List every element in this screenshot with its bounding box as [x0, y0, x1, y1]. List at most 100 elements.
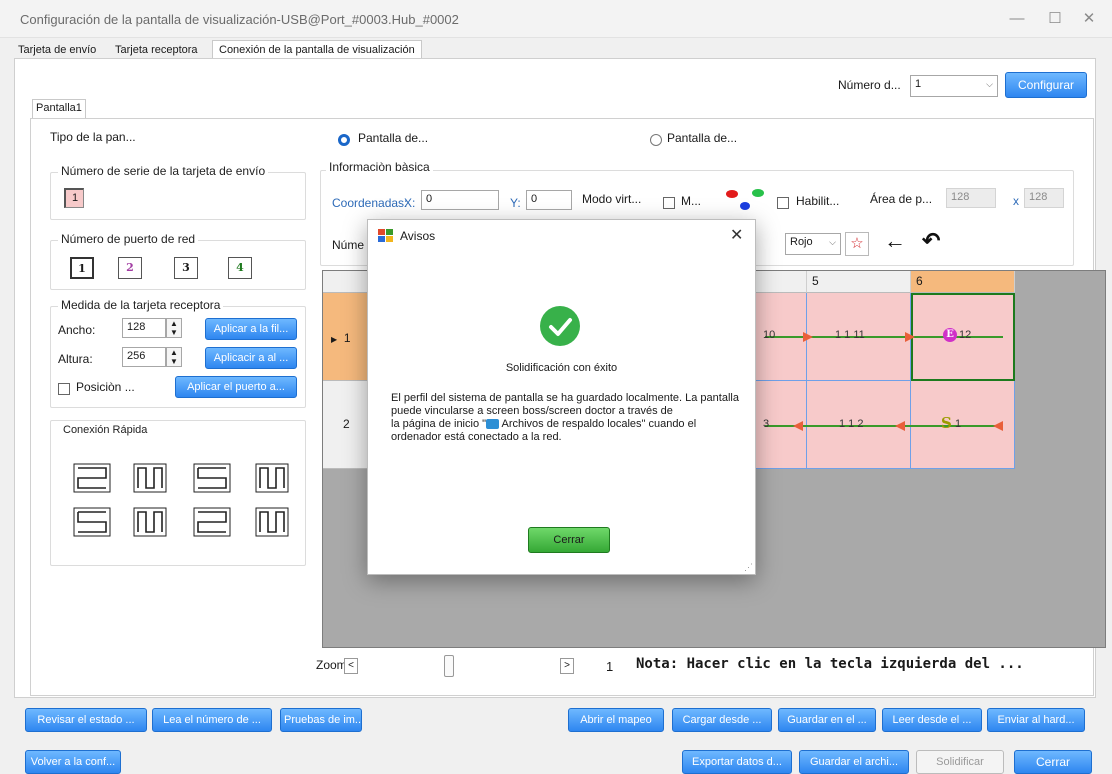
m-checkbox[interactable]	[663, 195, 675, 209]
quick-connection-title: Conexión Rápida	[60, 424, 151, 436]
configurar-button[interactable]: Configurar	[1005, 72, 1087, 98]
coordenadas-label: Coordenadas:	[332, 196, 408, 210]
apply-port-button[interactable]: Aplicar el puerto a...	[175, 376, 297, 398]
close-window-button[interactable]: ✕	[1066, 4, 1112, 34]
position-checkbox[interactable]	[58, 381, 70, 395]
zoom-right-button[interactable]: >	[560, 658, 574, 674]
tipo-radio-1[interactable]	[338, 132, 350, 146]
habilitar-label: Habilit...	[796, 194, 840, 208]
rgb-dots-icon[interactable]	[724, 186, 768, 214]
card-size-title: Medida de la tarjeta receptora	[58, 298, 224, 312]
tab-tarjeta-receptora[interactable]: Tarjeta receptora	[115, 44, 198, 56]
folder-icon	[486, 419, 500, 430]
sender-serial-group	[50, 172, 306, 220]
zoom-slider-thumb[interactable]	[444, 655, 454, 677]
y-label: Y:	[510, 196, 521, 210]
zoom-page: 1	[606, 659, 614, 674]
numero-select[interactable]: 1 ⌵	[910, 75, 998, 97]
quick-connection-patterns[interactable]	[60, 450, 300, 550]
r1c6-label: 12	[959, 329, 972, 341]
port-2-button[interactable]: 2	[118, 257, 142, 279]
app-icon	[378, 229, 394, 243]
apply-col-button[interactable]: Aplicacir a al ...	[205, 347, 297, 369]
grid-col-header-6: 6	[911, 271, 1015, 293]
grid-row-1-label: 1	[343, 331, 351, 345]
success-check-icon	[540, 306, 580, 346]
zoom-left-button[interactable]: <	[344, 658, 358, 674]
avisos-dialog: Avisos ✕ Solidificación con éxito El per…	[367, 219, 756, 575]
r2c4-label: 3	[763, 418, 770, 430]
altura-input[interactable]: 256	[122, 347, 166, 367]
cargar-desde-button[interactable]: Cargar desde ...	[672, 708, 772, 732]
grid-row-header-1[interactable]: ▶ 1	[323, 293, 369, 381]
dialog-message-line2-pre: la página de inicio "	[391, 418, 487, 430]
star-icon[interactable]: ☆	[845, 232, 869, 256]
volver-conf-button[interactable]: Volver a la conf...	[25, 750, 121, 774]
lea-numero-button[interactable]: Lea el número de ...	[152, 708, 272, 732]
altura-label: Altura:	[58, 352, 93, 366]
tab-tarjeta-envio[interactable]: Tarjeta de envío	[18, 44, 96, 56]
dialog-message-line1: El perfil del sistema de pantalla se ha …	[391, 392, 739, 417]
dialog-close-button[interactable]: ✕	[730, 225, 743, 245]
chevron-down-icon: ⌵	[986, 79, 993, 89]
tipo-option-2-label: Pantalla de...	[667, 131, 738, 145]
title-bar: Configuración de la pantalla de visualiz…	[0, 0, 1112, 38]
window-title: Configuración de la pantalla de visualiz…	[20, 12, 459, 27]
dialog-message: El perfil del sistema de pantalla se ha …	[391, 392, 741, 444]
x-label: X:	[404, 196, 416, 210]
undo-icon[interactable]: ↶	[922, 228, 940, 254]
tipo-radio-2[interactable]	[650, 132, 662, 146]
sender-serial-title: Número de serie de la tarjeta de envío	[58, 164, 269, 178]
port-4-button[interactable]: 4	[228, 257, 252, 279]
pruebas-button[interactable]: Pruebas de im...	[280, 708, 362, 732]
solidificar-button[interactable]: Solidificar	[916, 750, 1004, 774]
grid-row-header-2[interactable]: 2	[323, 381, 369, 469]
r2c5-label: 1 1 2	[839, 418, 864, 430]
habilitar-checkbox[interactable]	[777, 195, 789, 209]
area-height-field: 128	[1024, 188, 1064, 208]
revisar-estado-button[interactable]: Revisar el estado ...	[25, 708, 147, 732]
position-label: Posiciòn ...	[76, 380, 135, 394]
r2c6-start-marker: S	[941, 414, 952, 432]
grid-col-header-5: 5	[807, 271, 911, 293]
area-width-field: 128	[946, 188, 996, 208]
ancho-input[interactable]: 128	[122, 318, 166, 338]
sender-serial-value[interactable]: 1	[64, 188, 84, 208]
color-value: Rojo	[790, 236, 813, 248]
tipo-label: Tipo de la pan...	[50, 130, 136, 144]
exportar-datos-button[interactable]: Exportar datos d...	[682, 750, 792, 774]
numero-value: 1	[915, 78, 922, 90]
cerrar-main-button[interactable]: Cerrar	[1014, 750, 1092, 774]
altura-stepper[interactable]: ▲ ▼	[166, 347, 182, 367]
area-x-label: x	[1013, 194, 1019, 208]
y-input[interactable]: 0	[526, 190, 572, 210]
port-3-button[interactable]: 3	[174, 257, 198, 279]
ancho-stepper[interactable]: ▲ ▼	[166, 318, 182, 338]
ancho-label: Ancho:	[58, 323, 96, 337]
r1c6-end-marker: E	[943, 328, 957, 342]
modo-virtual-label: Modo virt...	[582, 192, 642, 206]
numero-row-label: Núme	[332, 238, 365, 252]
tipo-option-1-label: Pantalla de...	[358, 131, 429, 145]
chevron-down-icon: ⌵	[829, 237, 836, 247]
abrir-mapeo-button[interactable]: Abrir el mapeo	[568, 708, 664, 732]
connection-lines	[765, 332, 1003, 431]
area-label: Área de p...	[870, 192, 933, 206]
leer-desde-button[interactable]: Leer desde el ...	[882, 708, 982, 732]
color-select[interactable]: Rojo ⌵	[785, 233, 841, 255]
note-text: Nota: Hacer clic en la tecla izquierda d…	[636, 656, 1024, 672]
arrow-left-icon[interactable]: ←	[884, 228, 906, 254]
dialog-title-bar: Avisos ✕	[368, 220, 755, 254]
guardar-archivo-button[interactable]: Guardar el archi...	[799, 750, 909, 774]
m-label: M...	[681, 194, 701, 208]
resize-grip-icon[interactable]: ⋰	[744, 562, 753, 573]
enviar-hardware-button[interactable]: Enviar al hard...	[987, 708, 1085, 732]
x-input[interactable]: 0	[421, 190, 499, 210]
tab-pantalla1[interactable]: Pantalla1	[32, 99, 86, 119]
network-port-title: Número de puerto de red	[58, 232, 199, 246]
r1c5-label: 1 1 11	[835, 329, 865, 341]
apply-row-button[interactable]: Aplicar a la fil...	[205, 318, 297, 340]
port-1-button[interactable]: 1	[70, 257, 94, 279]
dialog-cerrar-button[interactable]: Cerrar	[528, 527, 610, 553]
guardar-en-button[interactable]: Guardar en el ...	[778, 708, 876, 732]
